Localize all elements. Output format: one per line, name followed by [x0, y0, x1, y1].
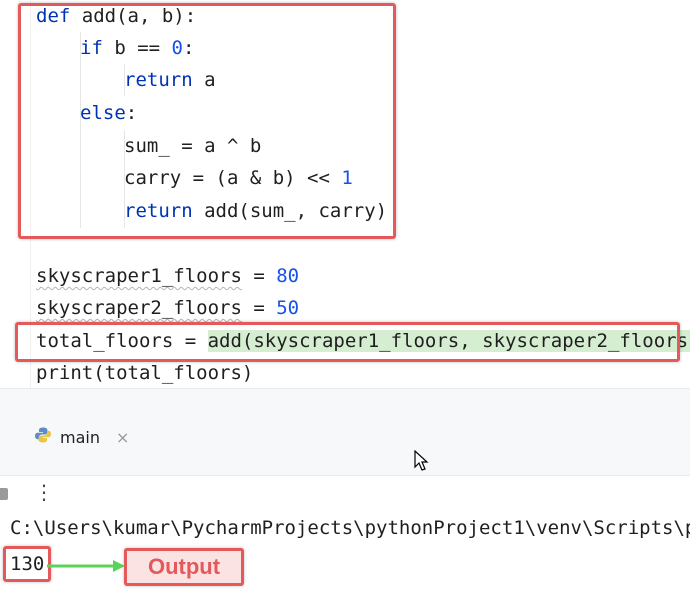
- run-toolbar: ⋮: [0, 475, 690, 511]
- mouse-cursor-icon: [414, 450, 429, 471]
- close-icon[interactable]: ×: [116, 428, 129, 447]
- variable-skyscraper2: skyscraper2_floors: [36, 297, 242, 319]
- code-line-skyscraper1: skyscraper1_floors = 80: [36, 260, 299, 292]
- number-80: 80: [276, 265, 300, 287]
- result-highlight-box: [3, 546, 51, 582]
- assign-operator: =: [241, 297, 277, 319]
- arrow-right-icon: [47, 560, 125, 572]
- assign-operator: =: [241, 265, 277, 287]
- console-command-path: C:\Users\kumar\PycharmProjects\pythonPro…: [10, 517, 690, 539]
- run-tab-bar: main ×: [0, 417, 690, 457]
- call-highlight-box: [15, 322, 680, 362]
- more-vertical-icon[interactable]: ⋮: [34, 480, 54, 504]
- variable-skyscraper1: skyscraper1_floors: [36, 265, 242, 287]
- tab-main[interactable]: main ×: [34, 417, 129, 457]
- stop-icon[interactable]: [0, 488, 8, 500]
- number-50: 50: [276, 297, 300, 319]
- print-statement: print(total_floors): [36, 362, 254, 384]
- console-output[interactable]: C:\Users\kumar\PycharmProjects\pythonPro…: [0, 510, 690, 595]
- code-editor[interactable]: def add(a, b): if b == 0: return a else:…: [0, 0, 690, 388]
- tab-main-label: main: [60, 427, 100, 447]
- python-icon: [34, 426, 52, 448]
- function-highlight-box: [18, 3, 396, 239]
- code-line-skyscraper2: skyscraper2_floors = 50: [36, 292, 299, 324]
- output-annotation-label: Output: [124, 548, 244, 586]
